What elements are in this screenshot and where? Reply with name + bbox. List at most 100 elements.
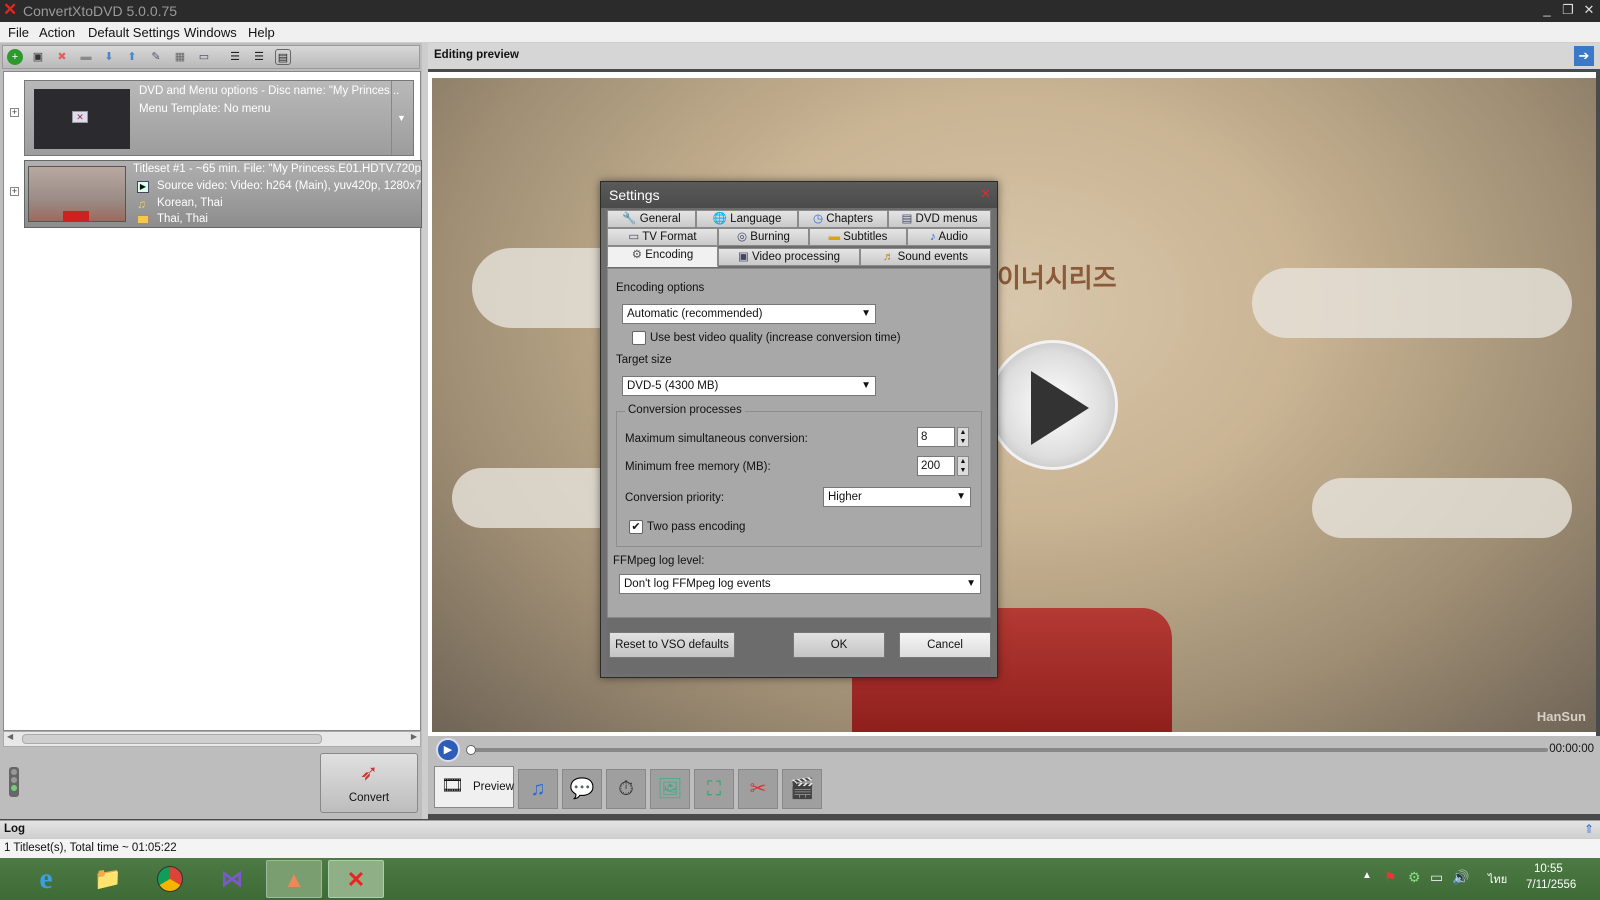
- best-quality-checkbox[interactable]: [632, 331, 646, 345]
- volume-icon[interactable]: 🔊: [1452, 869, 1469, 886]
- ffmpeg-log-select[interactable]: Don't log FFMpeg log events ▼: [619, 574, 981, 594]
- cut-tab-icon[interactable]: ✂: [738, 769, 778, 809]
- subtitles-tab-icon[interactable]: 💬: [562, 769, 602, 809]
- preview-header: Editing preview ➔: [428, 43, 1600, 69]
- clock-time[interactable]: 10:55: [1534, 863, 1563, 875]
- restore-button[interactable]: ❐: [1559, 2, 1577, 18]
- seek-handle[interactable]: [466, 745, 476, 755]
- tab-burning[interactable]: ◎ Burning: [718, 228, 809, 246]
- language-indicator[interactable]: ไทย: [1488, 870, 1507, 888]
- separator-icon[interactable]: ▬: [78, 49, 94, 65]
- clock-date[interactable]: 7/11/2556: [1526, 879, 1576, 891]
- preview-tab[interactable]: 🎞 Preview: [434, 766, 514, 808]
- scroll-right-icon[interactable]: ▶: [411, 732, 417, 741]
- network-tray-icon[interactable]: ⚙: [1408, 869, 1421, 886]
- menu-file[interactable]: File: [8, 25, 29, 40]
- target-size-select[interactable]: DVD-5 (4300 MB) ▼: [622, 376, 876, 396]
- chevron-down-icon: ▼: [966, 578, 976, 589]
- tab-subtitles[interactable]: ▬ Subtitles: [809, 228, 907, 246]
- media-app-icon[interactable]: ▲: [266, 860, 322, 898]
- tab-video-processing[interactable]: ▣ Video processing: [718, 248, 860, 266]
- tab-sound-events-label: Sound events: [897, 251, 969, 263]
- grid-icon[interactable]: ▦: [172, 49, 188, 65]
- titleset-item[interactable]: Titleset #1 - ~65 min. File: "My Princes…: [24, 160, 422, 228]
- list-view-icon[interactable]: ☰: [227, 49, 243, 65]
- minimize-button[interactable]: _: [1538, 2, 1556, 17]
- tab-encoding[interactable]: ⚙ Encoding: [607, 246, 718, 267]
- visual-studio-icon[interactable]: ⋈: [204, 860, 260, 898]
- dvd-menu-options-item[interactable]: ✕ DVD and Menu options - Disc name: "My …: [24, 80, 414, 156]
- expand-icon[interactable]: +: [10, 187, 19, 196]
- menu-windows[interactable]: Windows: [184, 25, 237, 40]
- tab-general-label: General: [639, 213, 681, 225]
- dialog-title: Settings: [609, 187, 660, 203]
- encoding-options-select[interactable]: Automatic (recommended) ▼: [622, 304, 876, 324]
- horizontal-scrollbar[interactable]: ◀ ▶: [3, 731, 421, 747]
- play-overlay-icon[interactable]: [988, 340, 1118, 470]
- seek-bar[interactable]: [466, 745, 1548, 755]
- arrow-right-icon[interactable]: ➔: [1574, 46, 1594, 66]
- play-icon[interactable]: ▶: [436, 738, 460, 762]
- tab-sound-events[interactable]: ♬ Sound events: [860, 248, 991, 266]
- audio-tab-icon[interactable]: ♫: [518, 769, 558, 809]
- group-title: Conversion processes: [625, 404, 745, 416]
- menu-default-settings[interactable]: Default Settings: [88, 25, 180, 40]
- tab-dvd-menus[interactable]: ▤ DVD menus: [888, 210, 991, 228]
- expand-icon[interactable]: +: [10, 108, 19, 117]
- tab-general[interactable]: 🔧 General: [607, 210, 696, 228]
- min-free-memory-input[interactable]: 200: [917, 456, 955, 476]
- chrome-icon[interactable]: [142, 860, 198, 898]
- tab-chapters[interactable]: ◷ Chapters: [798, 210, 888, 228]
- tools-icon[interactable]: ✎: [148, 49, 164, 65]
- compact-view-icon[interactable]: ▤: [275, 49, 291, 65]
- expand-log-icon[interactable]: ⇑: [1584, 822, 1594, 836]
- max-simultaneous-label: Maximum simultaneous conversion:: [625, 433, 808, 445]
- image-tab-icon[interactable]: 🖼: [650, 769, 690, 809]
- dialog-body: 🔧 General 🌐 Language ◷ Chapters ▤ DVD me…: [607, 208, 991, 674]
- title-bar: ✕ ConvertXtoDVD 5.0.0.75 _ ❐ ✕: [0, 0, 1600, 22]
- close-button[interactable]: ✕: [1580, 2, 1598, 18]
- dialog-close-icon[interactable]: ✕: [980, 186, 991, 202]
- save-icon[interactable]: ▣: [30, 49, 46, 65]
- tray-expand-icon[interactable]: ▲: [1362, 870, 1372, 881]
- flag-tray-icon[interactable]: ⚑: [1384, 869, 1397, 886]
- menu-help[interactable]: Help: [248, 25, 275, 40]
- max-simultaneous-stepper[interactable]: ▲ ▼: [957, 427, 969, 447]
- log-label: Log: [4, 823, 26, 835]
- tab-audio[interactable]: ♪ Audio: [907, 228, 991, 246]
- scroll-thumb[interactable]: [22, 734, 322, 744]
- move-up-icon[interactable]: ⬆: [124, 49, 140, 65]
- add-icon[interactable]: +: [7, 49, 23, 65]
- video-processing-icon: ▣: [737, 251, 749, 263]
- globe-icon: 🌐: [712, 213, 727, 225]
- ie-icon[interactable]: e: [18, 860, 74, 898]
- min-free-memory-stepper[interactable]: ▲ ▼: [957, 456, 969, 476]
- crop-tab-icon[interactable]: ⛶: [694, 769, 734, 809]
- conversion-priority-select[interactable]: Higher ▼: [823, 487, 971, 507]
- tab-language[interactable]: 🌐 Language: [696, 210, 798, 228]
- tab-audio-label: Audio: [938, 231, 968, 243]
- scroll-left-icon[interactable]: ◀: [7, 732, 13, 741]
- film-tab-icon[interactable]: 🎬: [782, 769, 822, 809]
- menu-action[interactable]: Action: [39, 25, 75, 40]
- status-text: 1 Titleset(s), Total time ~ 01:05:22: [4, 842, 177, 854]
- dropdown-icon[interactable]: ▼: [391, 81, 411, 155]
- monitor-tray-icon[interactable]: ▭: [1430, 869, 1443, 886]
- max-simultaneous-input[interactable]: 8: [917, 427, 955, 447]
- monitor-icon[interactable]: ▭: [196, 49, 212, 65]
- remove-icon[interactable]: ✖: [54, 49, 70, 65]
- titleset-text: Titleset #1 - ~65 min. File: "My Princes…: [133, 163, 422, 175]
- move-down-icon[interactable]: ⬇: [101, 49, 117, 65]
- ok-button[interactable]: OK: [793, 632, 885, 658]
- explorer-icon[interactable]: 📁: [80, 860, 136, 898]
- dialog-title-bar[interactable]: Settings ✕: [601, 182, 997, 208]
- tab-tv-format[interactable]: ▭ TV Format: [607, 228, 718, 246]
- chapters-tab-icon[interactable]: ⏱: [606, 769, 646, 809]
- log-bar[interactable]: Log ⇑: [0, 820, 1600, 838]
- cancel-button[interactable]: Cancel: [899, 632, 991, 658]
- reset-defaults-button[interactable]: Reset to VSO defaults: [609, 632, 735, 658]
- convertxtodvd-taskbar-icon[interactable]: ✕: [328, 860, 384, 898]
- two-pass-checkbox[interactable]: ✔: [629, 520, 643, 534]
- detail-view-icon[interactable]: ☰: [251, 49, 267, 65]
- convert-button[interactable]: ➶ Convert: [320, 753, 418, 813]
